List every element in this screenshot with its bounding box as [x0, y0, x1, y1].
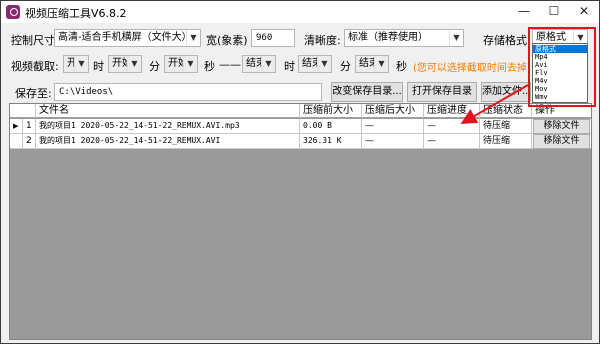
start-hour-select[interactable]: 开始 ▼: [63, 55, 89, 73]
file-grid[interactable]: 文件名 压缩前大小 压缩后大小 压缩进度 压缩状态 操作 ▶ 1 我的项目1 2…: [9, 103, 592, 340]
sec-unit-end: 秒: [396, 60, 407, 73]
header-before-size: 压缩前大小: [300, 104, 362, 118]
row-pointer-icon: ▶: [10, 119, 23, 134]
row-filename: 我的项目1 2020-05-22_14-51-22_REMUX.AVI.mp3: [36, 119, 300, 134]
control-size-label: 控制尺寸:: [11, 34, 59, 47]
row-progress: —: [424, 134, 480, 149]
min-unit: 分: [149, 60, 160, 73]
close-button[interactable]: ✕: [569, 1, 599, 23]
chevron-down-icon: ▼: [261, 56, 275, 72]
end-sec-select[interactable]: 结束 ▼: [355, 55, 389, 73]
control-size-value: 高清-适合手机横屏（文件大）: [58, 32, 192, 43]
add-file-button[interactable]: 添加文件...: [481, 82, 531, 102]
minimize-button[interactable]: —: [509, 1, 539, 23]
start-sec-select[interactable]: 开始 ▼: [164, 55, 198, 73]
clip-label: 视频截取:: [11, 60, 59, 73]
row-index: 1: [23, 119, 36, 134]
header-status: 压缩状态: [480, 104, 532, 118]
table-row[interactable]: 2 我的项目1 2020-05-22_14-51-22_REMUX.AVI 32…: [10, 134, 591, 149]
header-filename: 文件名: [36, 104, 300, 118]
start-min-select[interactable]: 开始 ▼: [108, 55, 142, 73]
clarity-value: 标准（推荐使用）: [348, 32, 428, 43]
hour-unit-end: 时: [284, 60, 295, 73]
format-label: 存储格式:: [483, 34, 531, 47]
row-before-size: 326.31 K: [300, 134, 362, 149]
row-pointer-icon: [10, 134, 23, 149]
end-hour-select[interactable]: 结束 ▼: [242, 55, 276, 73]
header-corner: [10, 104, 36, 118]
save-label: 保存至:: [15, 87, 52, 100]
grid-header: 文件名 压缩前大小 压缩后大小 压缩进度 压缩状态 操作: [10, 104, 591, 118]
table-row[interactable]: ▶ 1 我的项目1 2020-05-22_14-51-22_REMUX.AVI.…: [10, 119, 591, 134]
change-save-dir-button[interactable]: 改变保存目录...: [331, 82, 403, 102]
app-logo-icon: [6, 5, 20, 19]
clarity-select[interactable]: 标准（推荐使用） ▼: [344, 29, 464, 47]
control-size-select[interactable]: 高清-适合手机横屏（文件大） ▼: [54, 29, 201, 47]
maximize-button[interactable]: ☐: [539, 1, 569, 23]
save-path-input[interactable]: C:\Videos\: [54, 83, 322, 101]
remove-file-button[interactable]: 移除文件: [533, 134, 590, 149]
row-status: 待压缩: [480, 119, 532, 134]
width-input[interactable]: 960: [251, 29, 295, 47]
chevron-down-icon: ▼: [183, 56, 197, 72]
window-title: 视频压缩工具V6.8.2: [25, 7, 127, 20]
header-after-size: 压缩后大小: [362, 104, 424, 118]
chevron-down-icon: ▼: [317, 56, 331, 72]
highlight-box: [528, 27, 596, 107]
header-progress: 压缩进度: [424, 104, 480, 118]
clarity-label: 清晰度:: [304, 34, 341, 47]
chevron-down-icon: ▼: [186, 30, 200, 46]
width-label: 宽(象素): [206, 34, 248, 47]
title-bar: 视频压缩工具V6.8.2 — ☐ ✕: [1, 1, 599, 23]
row-progress: —: [424, 119, 480, 134]
row-filename: 我的项目1 2020-05-22_14-51-22_REMUX.AVI: [36, 134, 300, 149]
chevron-down-icon: ▼: [374, 56, 388, 72]
sec-unit: 秒: [204, 60, 215, 73]
open-save-dir-button[interactable]: 打开保存目录: [407, 82, 477, 102]
row-before-size: 0.00 B: [300, 119, 362, 134]
min-unit-end: 分: [340, 60, 351, 73]
row-after-size: —: [362, 119, 424, 134]
remove-file-button[interactable]: 移除文件: [533, 119, 590, 134]
row-status: 待压缩: [480, 134, 532, 149]
end-min-select[interactable]: 结束 ▼: [298, 55, 332, 73]
row-after-size: —: [362, 134, 424, 149]
app-window: 视频压缩工具V6.8.2 — ☐ ✕ 控制尺寸: 高清-适合手机横屏（文件大） …: [0, 0, 600, 344]
chevron-down-icon: ▼: [74, 56, 88, 72]
chevron-down-icon: ▼: [127, 56, 141, 72]
range-dash: ——: [219, 58, 241, 71]
hour-unit: 时: [93, 60, 104, 73]
chevron-down-icon: ▼: [449, 30, 463, 46]
row-index: 2: [23, 134, 36, 149]
